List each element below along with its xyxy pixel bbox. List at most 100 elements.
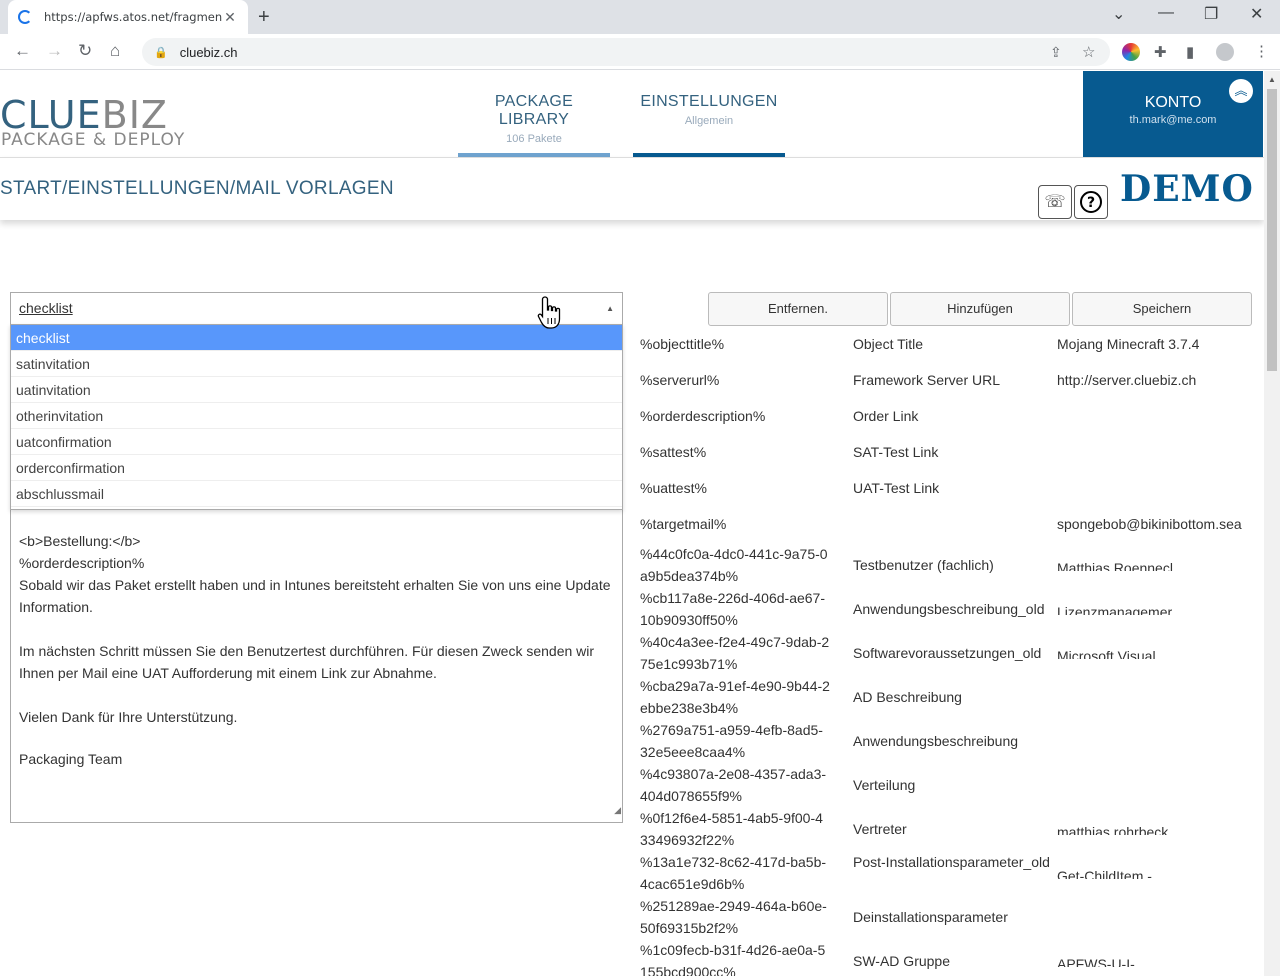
add-button[interactable]: Hinzufügen	[890, 292, 1070, 326]
placeholder-value: APFWS-U-I-	[1057, 956, 1135, 967]
template-select[interactable]: checklist ▲	[10, 292, 623, 324]
placeholder-value: Matthias Roennecl	[1057, 560, 1173, 571]
placeholder-name[interactable]: %1c09fecb-b31f-4d26-ae0a-5155bcd900cc%	[640, 939, 830, 976]
forward-icon[interactable]: →	[46, 41, 63, 61]
help-icon[interactable]: ?	[1074, 185, 1108, 219]
placeholder-name[interactable]: %cb117a8e-226d-406d-ae67-10b90930ff50%	[640, 587, 830, 631]
placeholder-label: AD Beschreibung	[853, 689, 962, 705]
browser-tab[interactable]: https://apfws.atos.net/fragments ✕	[8, 0, 248, 34]
lock-icon[interactable]: 🔒	[154, 46, 168, 59]
page-scrollbar[interactable]: ▲	[1264, 71, 1280, 976]
placeholder-label: Testbenutzer (fachlich)	[853, 557, 994, 573]
tab-search-icon[interactable]: ⌄	[1112, 4, 1125, 24]
profile-avatar-icon[interactable]	[1216, 43, 1234, 61]
minimize-icon[interactable]: —	[1158, 4, 1174, 22]
option-satinvitation[interactable]: satinvitation	[11, 351, 622, 377]
placeholder-value: Lizenzmanagemer	[1057, 604, 1173, 615]
placeholder-label: Verteilung	[853, 777, 916, 793]
placeholder-name[interactable]: %uattest%	[640, 477, 830, 499]
placeholder-name[interactable]: %objecttitle%	[640, 333, 830, 355]
placeholder-label: Anwendungsbeschreibung	[853, 733, 1019, 749]
placeholder-name[interactable]: %40c4a3ee-f2e4-49c7-9dab-275e1c993b71%	[640, 631, 830, 675]
placeholder-name[interactable]: %4c93807a-2e08-4357-ada3-404d078655f9%	[640, 763, 830, 807]
site-header: CLUEBIZ PACKAGE & DEPLOY PACKAGE LIBRARY…	[0, 71, 1264, 157]
option-uatconfirmation[interactable]: uatconfirmation	[11, 429, 622, 455]
svg-text:?: ?	[1087, 195, 1095, 211]
option-otherinvitation[interactable]: otherinvitation	[11, 403, 622, 429]
loading-icon	[18, 10, 32, 24]
reload-icon[interactable]: ↻	[78, 41, 92, 61]
template-select-value: checklist	[19, 300, 73, 316]
resize-handle-icon[interactable]: ◢	[614, 799, 621, 821]
placeholder-name[interactable]: %serverurl%	[640, 369, 830, 391]
browser-toolbar: ← → ↻ ⌂ 🔒 cluebiz.ch ⇪ ☆ ✚ ▮ ⋮	[0, 34, 1280, 70]
side-panel-icon[interactable]: ▮	[1186, 43, 1194, 61]
nav-package-library[interactable]: PACKAGE LIBRARY 106 Pakete	[458, 71, 610, 157]
back-icon[interactable]: ←	[14, 41, 31, 61]
bookmark-star-icon[interactable]: ☆	[1082, 43, 1095, 61]
placeholder-value: spongebob@bikinibottom.sea	[1057, 516, 1242, 532]
placeholder-label: Post-Installationsparameter_old	[853, 854, 1050, 870]
close-tab-icon[interactable]: ✕	[222, 9, 238, 26]
caret-up-icon: ▲	[606, 304, 614, 313]
new-tab-icon[interactable]: +	[258, 6, 270, 29]
remove-button[interactable]: Entfernen.	[708, 292, 888, 326]
browser-tabbar: https://apfws.atos.net/fragments ✕ + ⌄ —…	[0, 0, 1280, 34]
placeholder-label: Order Link	[853, 408, 919, 424]
placeholder-name[interactable]: %targetmail%	[640, 513, 830, 535]
logo-subtitle: PACKAGE & DEPLOY	[1, 130, 186, 150]
placeholder-name[interactable]: %251289ae-2949-464a-b60e-50f69315b2f2%	[640, 895, 830, 939]
placeholder-value	[1057, 777, 1257, 791]
option-orderconfirmation[interactable]: orderconfirmation	[11, 455, 622, 481]
template-dropdown[interactable]: checklist satinvitation uatinvitation ot…	[10, 324, 623, 510]
phone-support-icon[interactable]: ☏	[1038, 185, 1072, 219]
breadcrumb: START/EINSTELLUNGEN/MAIL VORLAGEN	[0, 178, 394, 199]
scrollbar-thumb[interactable]	[1267, 89, 1277, 371]
placeholder-label: Anwendungsbeschreibung_old	[853, 601, 1045, 617]
hand-cursor-icon	[537, 296, 561, 329]
breadcrumb-bar: START/EINSTELLUNGEN/MAIL VORLAGEN ☏ ? DE…	[0, 157, 1264, 220]
placeholder-label: SW-AD Gruppe	[853, 953, 950, 969]
chevron-up-icon[interactable]: ︽	[1229, 79, 1253, 103]
placeholder-name[interactable]: %cba29a7a-91ef-4e90-9b44-2ebbe238e3b4%	[640, 675, 830, 719]
option-uatinvitation[interactable]: uatinvitation	[11, 377, 622, 403]
placeholder-name[interactable]: %0f12f6e4-5851-4ab5-9f00-433496932f22%	[640, 807, 830, 851]
konto-panel[interactable]: KONTO th.mark@me.com ︽	[1083, 71, 1263, 157]
restore-icon[interactable]: ❐	[1204, 4, 1218, 24]
placeholder-value	[1057, 689, 1257, 703]
placeholder-value: matthias rohrbeck	[1057, 824, 1169, 835]
placeholder-value	[1057, 733, 1257, 747]
placeholder-value: Microsoft Visual	[1057, 648, 1156, 659]
page: CLUEBIZ PACKAGE & DEPLOY PACKAGE LIBRARY…	[0, 71, 1264, 976]
placeholder-label: SAT-Test Link	[853, 444, 939, 460]
template-textarea[interactable]: <b>Bestellung:</b> %orderdescription% So…	[10, 497, 623, 823]
menu-kebab-icon[interactable]: ⋮	[1254, 42, 1269, 60]
placeholder-name[interactable]: %sattest%	[640, 441, 830, 463]
placeholder-name[interactable]: %13a1e732-8c62-417d-ba5b-4cac651e9d6b%	[640, 851, 830, 895]
placeholder-label: UAT-Test Link	[853, 480, 940, 496]
demo-badge: DEMO	[1120, 168, 1254, 210]
konto-email: th.mark@me.com	[1129, 114, 1217, 126]
address-bar[interactable]: 🔒 cluebiz.ch	[142, 38, 1110, 66]
option-abschlussmail[interactable]: abschlussmail	[11, 481, 622, 507]
placeholder-name[interactable]: %orderdescription%	[640, 405, 830, 427]
option-checklist[interactable]: checklist	[11, 325, 622, 351]
placeholder-name[interactable]: %44c0fc0a-4dc0-441c-9a75-0a9b5dea374b%	[640, 543, 830, 587]
color-extension-icon[interactable]	[1122, 43, 1140, 61]
placeholder-label: Object Title	[853, 336, 924, 352]
save-button[interactable]: Speichern	[1072, 292, 1252, 326]
close-window-icon[interactable]: ✕	[1250, 4, 1263, 24]
placeholder-label: Softwarevoraussetzungen_old	[853, 645, 1042, 661]
scroll-up-icon[interactable]: ▲	[1268, 75, 1276, 84]
extensions-puzzle-icon[interactable]: ✚	[1154, 43, 1167, 61]
placeholder-label: Vertreter	[853, 821, 907, 837]
placeholder-value	[1057, 909, 1257, 923]
placeholder-name[interactable]: %2769a751-a959-4efb-8ad5-32e5eee8caa4%	[640, 719, 830, 763]
nav-einstellungen[interactable]: EINSTELLUNGEN Allgemein	[633, 71, 785, 157]
placeholder-value: http://server.cluebiz.ch	[1057, 372, 1197, 388]
placeholder-label: Deinstallationsparameter	[853, 909, 1008, 925]
url-text: cluebiz.ch	[179, 44, 238, 60]
home-icon[interactable]: ⌂	[110, 41, 120, 61]
share-icon[interactable]: ⇪	[1050, 44, 1062, 61]
placeholder-value: Mojang Minecraft 3.7.4	[1057, 336, 1200, 352]
